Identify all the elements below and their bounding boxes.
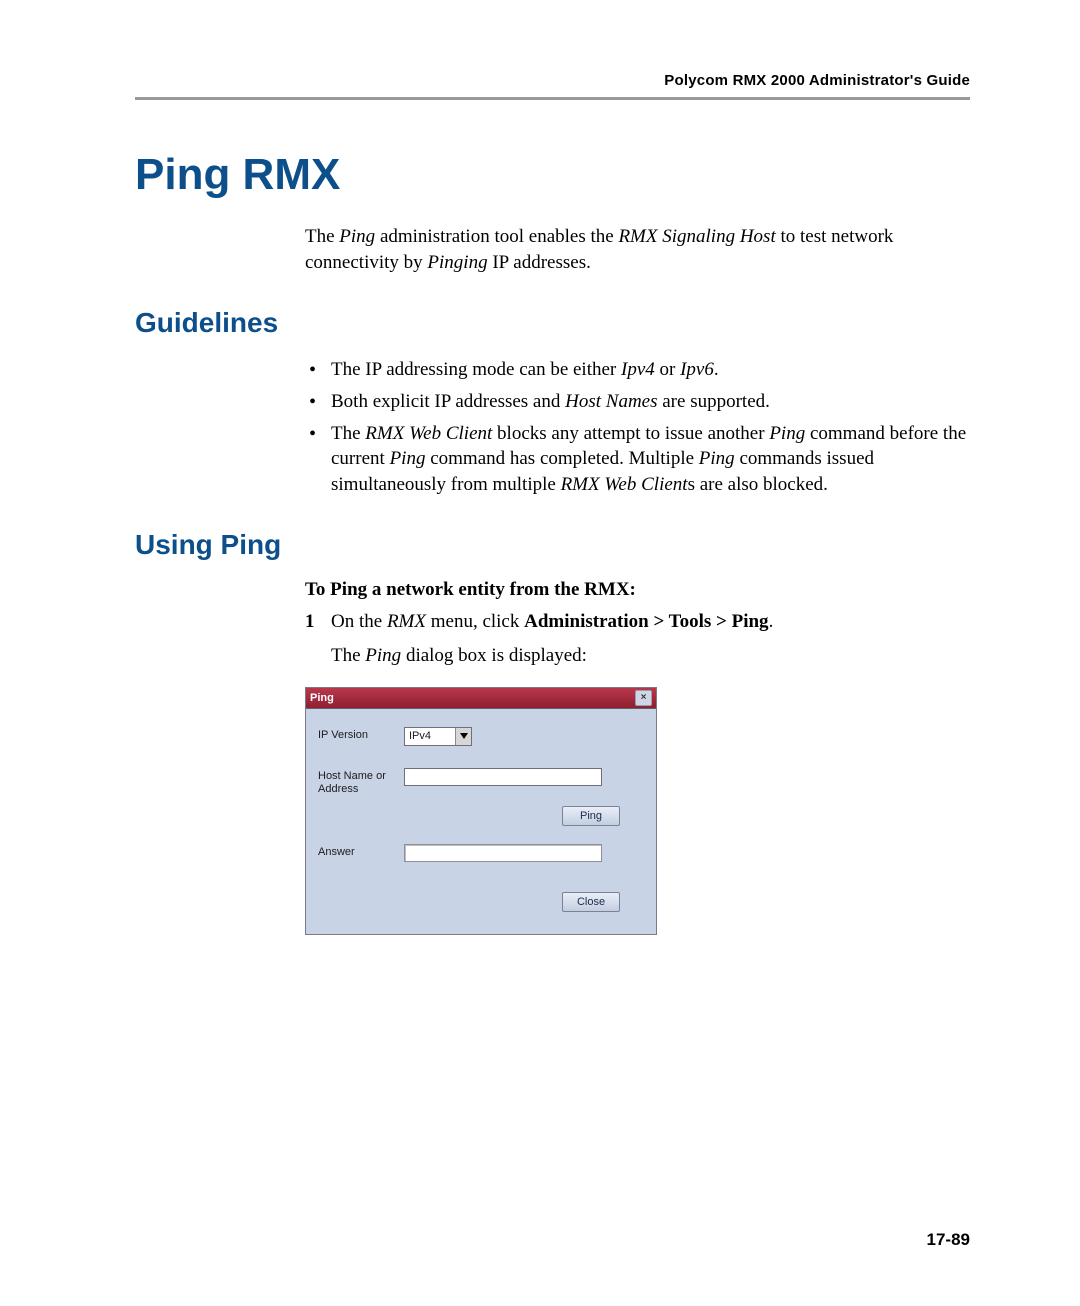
page-number: 17-89 [927,1230,970,1250]
page-title: Ping RMX [135,150,970,200]
close-icon[interactable]: × [635,690,652,706]
dialog-body: IP Version IPv4 Host Name or Address Pin… [306,709,656,934]
text: administration tool enables the [375,226,618,247]
step-number: 1 [305,609,315,635]
dialog-titlebar[interactable]: Ping × [306,688,656,709]
label-ip-version: IP Version [318,727,404,742]
text: IP addresses. [488,252,591,273]
text-bold: Administration > Tools > Ping [524,611,768,632]
row-host: Host Name or Address [318,768,644,796]
ping-button[interactable]: Ping [562,806,620,826]
text-italic: RMX Web Client [365,423,492,444]
text-italic: Ping [339,226,375,247]
row-ip-version: IP Version IPv4 [318,727,644,746]
close-button[interactable]: Close [562,892,620,912]
text-italic: RMX Signaling Host [618,226,775,247]
step-1: 1 On the RMX menu, click Administration … [305,609,970,668]
running-header: Polycom RMX 2000 Administrator's Guide [135,72,970,89]
text: . [714,359,719,380]
text: are supported. [658,391,770,412]
text-italic: Ping [699,448,735,469]
list-item: The IP addressing mode can be either Ipv… [305,357,970,383]
guidelines-list: The IP addressing mode can be either Ipv… [305,357,970,497]
text: blocks any attempt to issue another [492,423,769,444]
text-italic: Ping [769,423,805,444]
text-italic: Pinging [427,252,487,273]
text-italic: Ping [365,645,401,666]
host-input[interactable] [404,768,602,786]
instruction-heading: To Ping a network entity from the RMX: [305,579,970,601]
intro-paragraph: The Ping administration tool enables the… [305,224,970,275]
text-italic: Host Names [565,391,657,412]
section-guidelines: Guidelines [135,307,970,339]
section-using-ping: Using Ping [135,529,970,561]
text: dialog box is displayed: [401,645,587,666]
header-rule [135,97,970,100]
label-host: Host Name or Address [318,768,404,796]
text-italic: Ipv6 [680,359,714,380]
dialog-title: Ping [310,692,635,704]
list-item: The RMX Web Client blocks any attempt to… [305,421,970,498]
text-italic: RMX Web Client [561,474,688,495]
text: The [331,645,365,666]
text-italic: Ping [390,448,426,469]
answer-output [404,844,602,862]
text: s are also blocked. [688,474,828,495]
text-italic: Ipv4 [621,359,655,380]
text: . [769,611,774,632]
text: command has completed. Multiple [425,448,698,469]
text: The [331,423,365,444]
text: Both explicit IP addresses and [331,391,565,412]
text: menu, click [426,611,524,632]
ping-dialog: Ping × IP Version IPv4 Host Name or Addr… [305,687,657,935]
label-answer: Answer [318,844,404,859]
ip-version-value: IPv4 [405,730,455,742]
chevron-down-icon[interactable] [455,728,471,745]
text: On the [331,611,387,632]
row-answer: Answer [318,844,644,862]
list-item: Both explicit IP addresses and Host Name… [305,389,970,415]
ip-version-select[interactable]: IPv4 [404,727,472,746]
text: The [305,226,339,247]
text: The IP addressing mode can be either [331,359,621,380]
text: or [655,359,680,380]
text-italic: RMX [387,611,426,632]
